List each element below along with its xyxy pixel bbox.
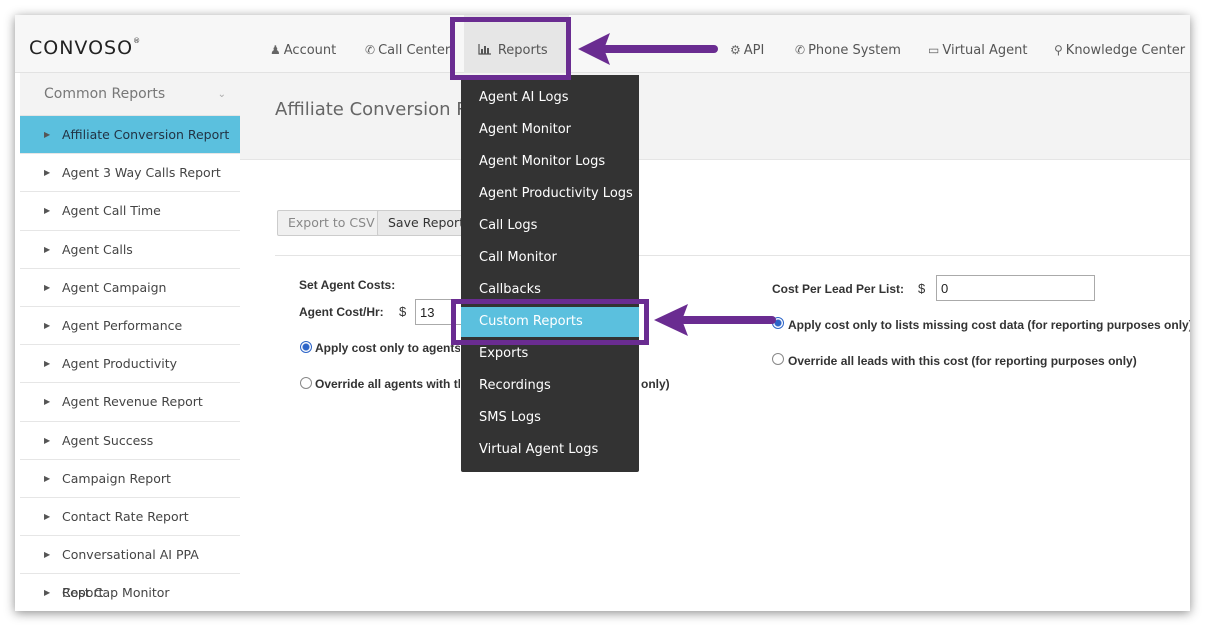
- agent-override-label-end: only): [641, 377, 670, 391]
- menu-item-call-logs[interactable]: Call Logs: [461, 211, 639, 241]
- top-nav: CONVOSO® ♟ Account ✆ Call Center Reports ⚙…: [15, 15, 1190, 73]
- sidebar-item-label: Agent Productivity: [62, 356, 178, 372]
- menu-item-agent-monitor[interactable]: Agent Monitor: [461, 115, 639, 145]
- sidebar-item-label: Agent 3 Way Calls Report: [62, 165, 221, 181]
- list-override-label: Override all leads with this cost (for r…: [788, 354, 1137, 368]
- monitor-icon: ▭: [928, 43, 940, 57]
- nav-account-label: Account: [283, 43, 337, 58]
- export-csv-button[interactable]: Export to CSV: [277, 210, 386, 236]
- sidebar-item-label: Agent Success: [62, 432, 154, 448]
- menu-item-agent-monitor-logs[interactable]: Agent Monitor Logs: [461, 147, 639, 177]
- sidebar: Common Reports ⌄ ▶ Affiliate Conversion R…: [20, 73, 240, 611]
- sidebar-item-cost-cap-monitor[interactable]: ▶ Cost Cap Monitor: [20, 574, 240, 611]
- caret-right-icon: ▶: [44, 359, 51, 369]
- sidebar-item-campaign-report[interactable]: ▶ Campaign Report: [20, 460, 240, 498]
- sidebar-item-agent-success[interactable]: ▶ Agent Success: [20, 422, 240, 460]
- sidebar-item-affiliate-conversion-report[interactable]: ▶ Affiliate Conversion Report: [20, 116, 240, 155]
- agent-cost-currency: $: [399, 304, 407, 319]
- caret-right-icon: ▶: [44, 511, 51, 521]
- caret-right-icon: ▶: [44, 244, 51, 254]
- caret-right-icon: ▶: [44, 550, 51, 560]
- sidebar-item-label: Campaign Report: [62, 470, 171, 486]
- menu-item-virtual-agent-logs[interactable]: Virtual Agent Logs: [461, 435, 639, 465]
- nav-knowledge-center-label: Knowledge Center: [1065, 43, 1186, 58]
- nav-account[interactable]: ♟ Account: [270, 15, 336, 73]
- caret-right-icon: ▶: [44, 397, 51, 407]
- caret-right-icon: ▶: [44, 282, 51, 292]
- sidebar-item-agent-performance[interactable]: ▶ Agent Performance: [20, 307, 240, 346]
- caret-right-icon: ▶: [44, 320, 51, 330]
- sidebar-item-label: Agent Campaign: [62, 279, 167, 295]
- common-reports-toggle[interactable]: Common Reports ⌄: [20, 73, 240, 116]
- menu-item-call-monitor[interactable]: Call Monitor: [461, 243, 639, 273]
- list-override-radio[interactable]: [772, 353, 784, 365]
- menu-item-custom-reports[interactable]: Custom Reports: [461, 307, 639, 337]
- agent-override-label: Override all agents with this cost (for …: [315, 377, 460, 391]
- sidebar-item-label: Agent Revenue Report: [62, 394, 203, 410]
- convoso-logo[interactable]: CONVOSO®: [29, 37, 141, 59]
- set-agent-costs-label: Set Agent Costs:: [299, 278, 396, 292]
- sidebar-item-conversational-ai-ppa-report[interactable]: ▶ Conversational AI PPA Report: [20, 536, 240, 600]
- divider: [275, 255, 1190, 256]
- bar-chart-icon: [478, 43, 495, 57]
- sidebar-item-contact-rate-report[interactable]: ▶ Contact Rate Report: [20, 498, 240, 537]
- agent-apply-missing-label: Apply cost only to agents missing cost d…: [315, 341, 460, 355]
- save-report-label: Save Report: [388, 215, 465, 230]
- sidebar-item-label: Affiliate Conversion Report: [62, 127, 230, 142]
- menu-item-exports[interactable]: Exports: [461, 339, 639, 369]
- nav-knowledge-center[interactable]: ⚲ Knowledge Center: [1054, 15, 1185, 73]
- caret-right-icon: ▶: [44, 206, 51, 216]
- lightbulb-icon: ⚲: [1054, 43, 1063, 57]
- app-window: CONVOSO® ♟ Account ✆ Call Center Reports ⚙…: [15, 15, 1190, 611]
- user-icon: ♟: [270, 43, 281, 57]
- sidebar-item-label: Agent Call Time: [62, 203, 161, 219]
- menu-item-callbacks[interactable]: Callbacks: [461, 275, 639, 305]
- sidebar-item-agent-calls[interactable]: ▶ Agent Calls: [20, 231, 240, 269]
- list-apply-missing-radio[interactable]: [772, 317, 784, 329]
- sidebar-header-label: Common Reports: [44, 86, 166, 102]
- agent-apply-missing-radio[interactable]: [300, 341, 312, 353]
- save-report-button[interactable]: Save Report ▾: [377, 210, 474, 236]
- caret-right-icon: ▶: [44, 168, 51, 178]
- list-apply-missing-label: Apply cost only to lists missing cost da…: [788, 318, 1190, 332]
- sidebar-item-agent-productivity[interactable]: ▶ Agent Productivity: [20, 345, 240, 384]
- cost-per-lead-currency: $: [918, 281, 926, 296]
- cost-per-lead-input[interactable]: [936, 275, 1095, 301]
- sidebar-item-agent-3-way-calls[interactable]: ▶ Agent 3 Way Calls Report: [20, 154, 240, 193]
- caret-right-icon: ▶: [44, 588, 51, 598]
- caret-right-icon: ▶: [44, 130, 51, 139]
- sidebar-item-agent-campaign[interactable]: ▶ Agent Campaign: [20, 269, 240, 307]
- gear-icon: ⚙: [730, 43, 741, 57]
- agent-cost-label: Agent Cost/Hr:: [299, 305, 384, 319]
- nav-call-center[interactable]: ✆ Call Center: [365, 15, 450, 73]
- nav-reports[interactable]: Reports: [464, 15, 569, 73]
- page-header: Affiliate Conversion Report: [240, 73, 1190, 160]
- nav-phone-system-label: Phone System: [808, 43, 901, 58]
- phone-icon: ✆: [795, 43, 806, 57]
- nav-api[interactable]: ⚙ API: [730, 15, 764, 73]
- reports-dropdown-menu: Agent AI Logs Agent Monitor Agent Monito…: [461, 75, 639, 472]
- sidebar-item-agent-call-time[interactable]: ▶ Agent Call Time: [20, 192, 240, 231]
- nav-reports-label: Reports: [497, 43, 548, 58]
- sidebar-item-label: Agent Calls: [62, 241, 133, 257]
- sidebar-item-label: Agent Performance: [62, 317, 183, 333]
- nav-virtual-agent-label: Virtual Agent: [942, 43, 1028, 58]
- menu-item-agent-productivity-logs[interactable]: Agent Productivity Logs: [461, 179, 639, 209]
- caret-right-icon: ▶: [44, 473, 51, 483]
- menu-item-sms-logs[interactable]: SMS Logs: [461, 403, 639, 433]
- phone-icon: ✆: [365, 43, 376, 57]
- sidebar-item-agent-revenue-report[interactable]: ▶ Agent Revenue Report: [20, 383, 240, 422]
- agent-override-radio[interactable]: [300, 377, 312, 389]
- nav-virtual-agent[interactable]: ▭ Virtual Agent: [928, 15, 1027, 73]
- nav-phone-system[interactable]: ✆ Phone System: [795, 15, 901, 73]
- sidebar-item-label: Cost Cap Monitor: [62, 585, 170, 601]
- chevron-down-icon: ⌄: [217, 89, 226, 100]
- cost-per-lead-label: Cost Per Lead Per List:: [772, 282, 905, 296]
- sidebar-item-label: Contact Rate Report: [62, 508, 189, 524]
- nav-api-label: API: [743, 43, 765, 58]
- nav-call-center-label: Call Center: [378, 43, 451, 58]
- menu-item-recordings[interactable]: Recordings: [461, 371, 639, 401]
- caret-right-icon: ▶: [44, 435, 51, 445]
- menu-item-agent-ai-logs[interactable]: Agent AI Logs: [461, 83, 639, 113]
